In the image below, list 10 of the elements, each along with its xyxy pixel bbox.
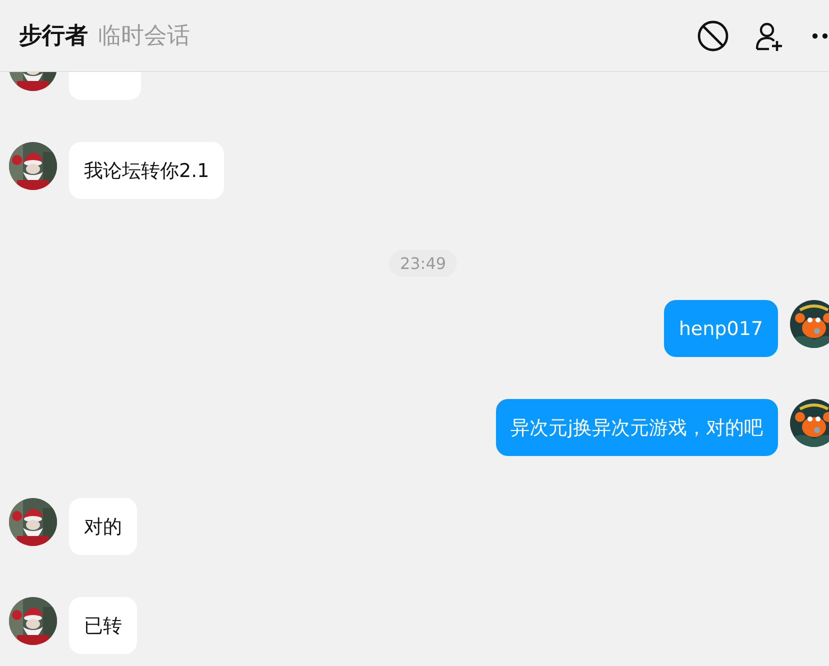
message-bubble: henp017 — [664, 300, 778, 357]
block-icon[interactable] — [697, 20, 729, 52]
add-user-icon[interactable] — [755, 20, 785, 50]
message-bubble: 已转 — [69, 597, 137, 654]
message-bubble: 我论坛转你2.1 — [69, 142, 224, 199]
message-bubble: 对的 — [69, 498, 137, 555]
chat-title: 步行者 — [19, 22, 88, 51]
timestamp: 23:49 — [388, 250, 458, 277]
chat-subtitle: 临时会话 — [98, 22, 190, 51]
message-bubble: 异次元j换异次元游戏，对的吧 — [496, 399, 778, 456]
